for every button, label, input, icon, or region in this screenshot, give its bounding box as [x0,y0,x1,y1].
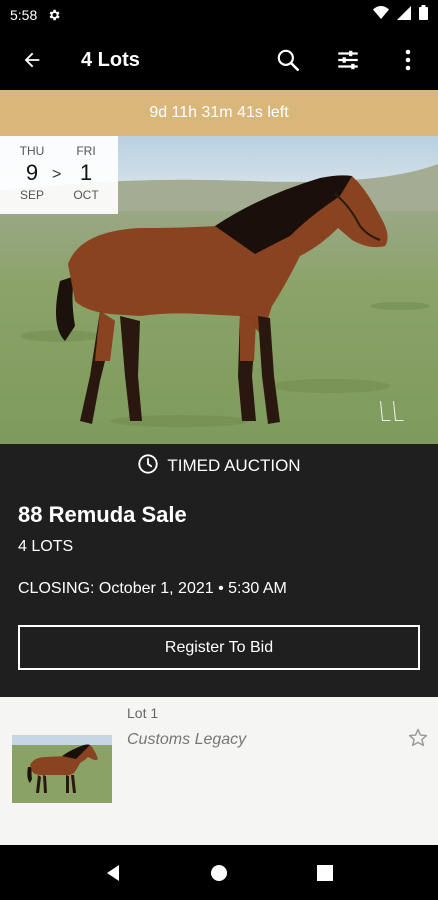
search-icon[interactable] [258,30,318,90]
settings-icon [47,8,61,22]
lot-number: Lot 1 [127,705,159,721]
start-day-of-week: THU [19,144,45,158]
status-bar: 5:58 [0,0,438,30]
lot-thumbnail[interactable] [12,735,112,803]
auction-info-panel: TIMED AUCTION 88 Remuda Sale 4 LOTS CLOS… [0,444,438,697]
auction-type-row: TIMED AUCTION [0,453,438,480]
clock-icon [137,453,159,480]
start-date: THU 9 SEP [12,136,52,202]
page-title: 4 Lots [81,48,140,71]
auction-type-label: TIMED AUCTION [167,456,301,475]
battery-icon [419,5,428,25]
back-triangle-icon[interactable] [93,853,133,893]
back-arrow-icon[interactable] [0,30,64,90]
date-range-badge: THU 9 SEP > FRI 1 OCT [0,136,118,214]
date-range-arrow: > [52,166,62,183]
status-time: 5:58 [10,7,38,23]
end-date: FRI 1 OCT [66,136,106,202]
closing-time: CLOSING: October 1, 2021 • 5:30 AM [18,580,287,597]
lot-name[interactable]: Customs Legacy [127,731,246,749]
countdown-banner: 9d 11h 31m 41s left [0,90,438,136]
register-to-bid-button[interactable]: Register To Bid [18,625,420,670]
system-nav-bar [0,845,438,900]
recents-square-icon[interactable] [305,853,345,893]
filter-icon[interactable] [318,30,378,90]
end-day: 1 [79,160,93,185]
start-month: SEP [19,188,44,202]
signal-icon [397,5,411,25]
app-bar: 4 Lots [0,30,438,90]
end-month: OCT [73,188,99,202]
start-day: 9 [25,160,39,185]
more-vert-icon[interactable] [378,30,438,90]
list-item[interactable]: Lot 1 Customs Legacy [0,697,438,845]
wifi-icon [373,5,389,25]
end-day-of-week: FRI [76,144,96,158]
sale-title: 88 Remuda Sale [18,502,187,527]
lots-count: 4 LOTS [18,538,74,555]
home-circle-icon[interactable] [199,853,239,893]
favorite-star-icon[interactable] [407,727,431,751]
